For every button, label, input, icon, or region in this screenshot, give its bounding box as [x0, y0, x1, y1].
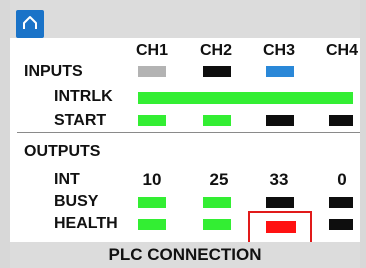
int-value-ch3: 33: [269, 170, 289, 189]
health-led-ch2: [203, 219, 231, 230]
busy-led-ch2: [203, 197, 231, 208]
busy-led-ch4: [329, 197, 353, 208]
plc-connection-bar[interactable]: PLC CONNECTION: [10, 242, 360, 268]
start-led-ch3: [266, 115, 294, 126]
section-divider: [17, 132, 360, 133]
home-icon: [23, 16, 37, 29]
home-button[interactable]: [16, 10, 44, 38]
busy-led-ch1: [138, 197, 166, 208]
health-led-ch4: [329, 219, 353, 230]
column-header-ch2: CH2: [199, 42, 232, 59]
health-ch3-alert-highlight: [248, 211, 312, 244]
health-label: HEALTH: [54, 215, 118, 232]
ch1-channel-led: [138, 66, 166, 77]
outputs-section-label: OUTPUTS: [24, 143, 101, 160]
busy-label: BUSY: [54, 193, 99, 210]
column-header-ch3: CH3: [262, 42, 295, 59]
intrlk-status-bar: [138, 92, 353, 104]
column-header-ch1: CH1: [135, 42, 168, 59]
int-value-ch2: 25: [209, 170, 229, 189]
ch3-channel-led: [266, 66, 294, 77]
intrlk-label: INTRLK: [54, 88, 113, 105]
int-label: INT: [54, 171, 80, 188]
start-led-ch1: [138, 115, 166, 126]
top-bar: [10, 0, 360, 38]
column-header-ch4: CH4: [325, 42, 358, 59]
health-led-ch1: [138, 219, 166, 230]
start-label: START: [54, 112, 107, 129]
busy-led-ch3: [266, 197, 294, 208]
inputs-section-label: INPUTS: [24, 63, 83, 80]
ch2-channel-led: [203, 66, 231, 77]
int-value-ch1: 10: [142, 170, 162, 189]
int-value-ch4: 0: [337, 170, 347, 189]
start-led-ch4: [329, 115, 353, 126]
plc-connection-label: PLC CONNECTION: [108, 245, 262, 264]
start-led-ch2: [203, 115, 231, 126]
